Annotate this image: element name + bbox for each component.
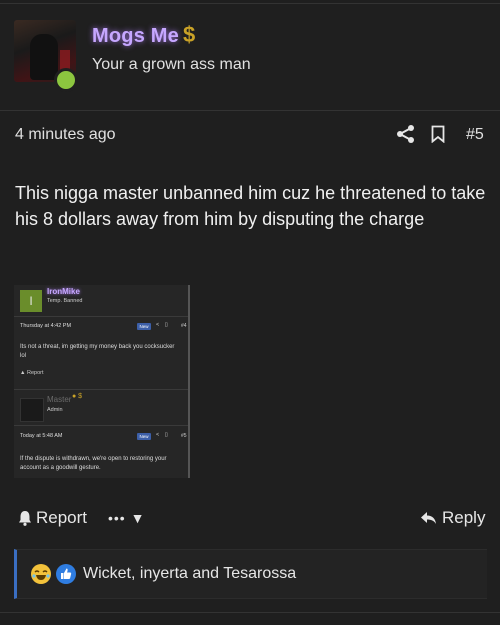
embed-username: IronMike (47, 287, 80, 296)
embed-avatar-2 (20, 398, 44, 422)
embed-share-bookmark-icons: < ▯ (156, 322, 170, 328)
share-icon[interactable] (396, 124, 416, 144)
report-button[interactable]: Report (18, 508, 87, 528)
post-number-link[interactable]: #5 (466, 126, 484, 144)
embed-share-bookmark-icons-2: < ▯ (156, 432, 170, 438)
embed-timestamp-2: Today at 5:48 AM (20, 433, 63, 439)
divider (14, 389, 188, 390)
divider (14, 316, 188, 317)
divider (14, 425, 188, 426)
embed-avatar: I (20, 290, 42, 312)
post: Mogs Me $ Your a grown ass man 4 minutes… (0, 0, 500, 625)
reply-arrow-icon (421, 512, 436, 524)
embed-post-number: #4 (181, 323, 187, 329)
embed-edge (188, 285, 190, 478)
embed-badge-icons: ● $ (72, 393, 83, 400)
embed-timestamp: Thursday at 4:42 PM (20, 323, 72, 329)
reactions-bar[interactable]: Wicket, inyerta and Tesarossa (14, 549, 487, 599)
divider (0, 3, 500, 4)
embed-report: ▲ Report (20, 370, 44, 376)
chevron-down-icon: ▼ (130, 510, 146, 526)
more-label: ••• (108, 510, 126, 526)
report-label: Report (36, 508, 88, 527)
more-options-button[interactable]: ••• ▼ (108, 510, 145, 526)
reactors-list[interactable]: Wicket, inyerta and Tesarossa (83, 565, 296, 583)
embed-new-badge-2: New (137, 433, 151, 440)
embed-new-badge: New (137, 323, 151, 330)
thumbs-up-icon (56, 564, 76, 584)
embed-user-title-2: Admin (47, 407, 63, 413)
username-link[interactable]: Mogs Me (92, 25, 179, 48)
divider (0, 612, 500, 613)
bell-icon (19, 511, 31, 526)
post-body: This nigga master unbanned him cuz he th… (15, 183, 486, 229)
laughing-emoji-icon (31, 564, 51, 584)
post-header: Mogs Me $ Your a grown ass man (0, 0, 500, 111)
user-title: Your a grown ass man (92, 56, 251, 73)
embed-report-label: Report (26, 370, 44, 376)
reply-button[interactable]: Reply (420, 508, 485, 528)
dollar-sign-icon: $ (183, 22, 196, 47)
reply-label: Reply (442, 508, 486, 527)
embed-post-text-2: If the dispute is withdrawn, we're open … (20, 456, 167, 471)
online-status-indicator (54, 68, 78, 92)
embed-user-title: Temp. Banned (47, 298, 83, 304)
embed-post-number-2: #5 (181, 433, 187, 439)
embed-post-text: Its not a threat, im getting my money ba… (20, 344, 175, 359)
avatar-figure (30, 34, 58, 80)
embedded-screenshot[interactable]: I IronMike Temp. Banned Thursday at 4:42… (14, 285, 190, 478)
bookmark-icon[interactable] (431, 125, 445, 143)
post-timestamp[interactable]: 4 minutes ago (15, 126, 116, 144)
embed-username-2: Master (47, 395, 72, 404)
